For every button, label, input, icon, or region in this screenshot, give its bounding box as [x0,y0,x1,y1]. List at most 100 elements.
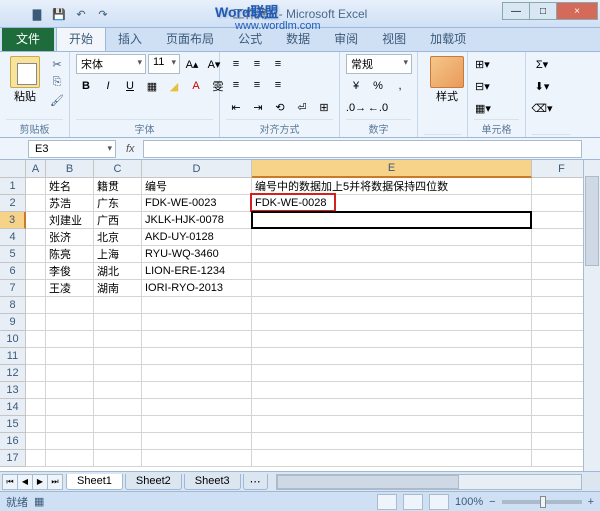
wrap-text-icon[interactable]: ⏎ [292,97,312,117]
cell-E3[interactable] [252,212,532,229]
cell-D14[interactable] [142,399,252,416]
cell-C5[interactable]: 上海 [94,246,142,263]
copy-icon[interactable]: ⎘ [48,74,66,90]
row-header-1[interactable]: 1 [0,178,26,195]
cell-D6[interactable]: LION-ERE-1234 [142,263,252,280]
cell-E4[interactable] [252,229,532,246]
increase-decimal-icon[interactable]: .0→ [346,98,366,118]
cell-E1[interactable]: 编号中的数据加上5并将数据保持四位数 [252,178,532,195]
new-sheet-button[interactable]: ⋯ [243,474,268,490]
cell-D10[interactable] [142,331,252,348]
row-header-10[interactable]: 10 [0,331,26,348]
cell-E5[interactable] [252,246,532,263]
cell-D15[interactable] [142,416,252,433]
row-header-2[interactable]: 2 [0,195,26,212]
autosum-icon[interactable]: Σ▾ [532,54,552,74]
cell-B9[interactable] [46,314,94,331]
row-header-15[interactable]: 15 [0,416,26,433]
prev-sheet-button[interactable]: ◀ [17,474,33,490]
zoom-slider[interactable] [502,500,582,504]
cell-C2[interactable]: 广东 [94,195,142,212]
cell-C10[interactable] [94,331,142,348]
row-header-6[interactable]: 6 [0,263,26,280]
page-layout-view-button[interactable] [403,494,423,510]
status-macro-icon[interactable]: ▦ [34,495,44,508]
cell-B12[interactable] [46,365,94,382]
cell-B17[interactable] [46,450,94,467]
cell-E10[interactable] [252,331,532,348]
column-header-E[interactable]: E [252,160,532,178]
formula-input[interactable] [143,140,582,158]
comma-icon[interactable]: , [390,76,410,96]
cell-E17[interactable] [252,450,532,467]
next-sheet-button[interactable]: ▶ [32,474,48,490]
font-name-select[interactable]: 宋体 [76,54,146,74]
cell-D3[interactable]: JKLK-HJK-0078 [142,212,252,229]
cell-D11[interactable] [142,348,252,365]
cell-B10[interactable] [46,331,94,348]
cell-C8[interactable] [94,297,142,314]
decrease-decimal-icon[interactable]: ←.0 [368,98,388,118]
cell-E8[interactable] [252,297,532,314]
cell-A1[interactable] [26,178,46,195]
decrease-indent-icon[interactable]: ⇤ [226,97,246,117]
select-all-button[interactable] [0,160,26,178]
cell-B2[interactable]: 苏浩 [46,195,94,212]
cell-E2[interactable]: FDK-WE-0028 [252,195,532,212]
close-button[interactable]: × [556,2,598,20]
row-header-3[interactable]: 3 [0,212,26,229]
vertical-scrollbar[interactable] [583,160,600,482]
cell-C15[interactable] [94,416,142,433]
row-header-12[interactable]: 12 [0,365,26,382]
percent-icon[interactable]: % [368,76,388,96]
cell-B8[interactable] [46,297,94,314]
cell-E15[interactable] [252,416,532,433]
row-header-9[interactable]: 9 [0,314,26,331]
cell-C13[interactable] [94,382,142,399]
cell-D8[interactable] [142,297,252,314]
horizontal-scrollbar[interactable] [276,474,582,490]
font-size-select[interactable]: 11 [148,54,180,74]
cell-D5[interactable]: RYU-WQ-3460 [142,246,252,263]
format-painter-icon[interactable]: 🖌 [48,92,66,108]
align-right-icon[interactable]: ≡ [268,75,288,95]
cell-A13[interactable] [26,382,46,399]
cell-B15[interactable] [46,416,94,433]
row-header-5[interactable]: 5 [0,246,26,263]
fx-icon[interactable]: fx [118,143,143,155]
cell-C6[interactable]: 湖北 [94,263,142,280]
name-box[interactable]: E3 [28,140,116,158]
cell-D9[interactable] [142,314,252,331]
file-tab[interactable]: 文件 [2,26,54,51]
clear-icon[interactable]: ⌫▾ [532,98,552,118]
cell-B5[interactable]: 陈亮 [46,246,94,263]
border-button[interactable]: ▦ [142,76,162,96]
cell-B6[interactable]: 李俊 [46,263,94,280]
number-format-select[interactable]: 常规 [346,54,412,74]
cell-A7[interactable] [26,280,46,297]
cell-A4[interactable] [26,229,46,246]
cell-A6[interactable] [26,263,46,280]
zoom-out-button[interactable]: − [489,496,495,508]
cell-E7[interactable] [252,280,532,297]
sheet-tab-Sheet3[interactable]: Sheet3 [184,474,241,490]
cell-B13[interactable] [46,382,94,399]
first-sheet-button[interactable]: ⏮ [2,474,18,490]
merge-button[interactable]: ⊞ [314,97,334,117]
row-header-17[interactable]: 17 [0,450,26,467]
cell-E14[interactable] [252,399,532,416]
cell-A15[interactable] [26,416,46,433]
cell-C11[interactable] [94,348,142,365]
cell-D7[interactable]: IORI-RYO-2013 [142,280,252,297]
page-break-view-button[interactable] [429,494,449,510]
cell-A12[interactable] [26,365,46,382]
cell-B3[interactable]: 刘建业 [46,212,94,229]
cell-A16[interactable] [26,433,46,450]
align-bottom-icon[interactable]: ≡ [268,54,288,74]
row-header-16[interactable]: 16 [0,433,26,450]
cell-D4[interactable]: AKD-UY-0128 [142,229,252,246]
row-header-11[interactable]: 11 [0,348,26,365]
row-header-14[interactable]: 14 [0,399,26,416]
cell-C3[interactable]: 广西 [94,212,142,229]
row-header-7[interactable]: 7 [0,280,26,297]
